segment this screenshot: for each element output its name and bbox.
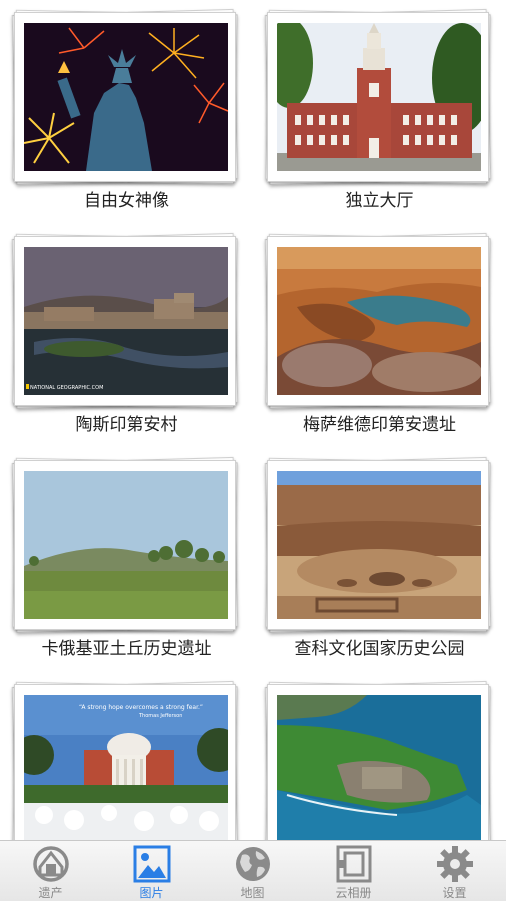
tab-label: 设置 — [442, 886, 467, 900]
bottom-tab-bar: 遗产 图片 地图 云相册 设置 — [0, 840, 506, 901]
photo-taos-pueblo[interactable]: NATIONAL GEOGRAPHIC.COM — [24, 247, 228, 395]
photo-statue-of-liberty[interactable] — [24, 23, 228, 171]
photo-caption: 卡俄基亚土丘历史遗址 — [41, 639, 212, 659]
gallery-card[interactable]: 卡俄基亚土丘历史遗址 — [0, 448, 253, 672]
gallery-card[interactable]: 查科文化国家历史公园 — [253, 448, 506, 672]
photo-cahokia-mounds[interactable] — [24, 471, 228, 619]
photo-grid: 自由女神像 独立大厅 NATIONAL GEOGRAPHIC.COM 陶斯印第安… — [0, 0, 506, 840]
gallery-card[interactable]: 梅萨维德印第安遗址 — [253, 224, 506, 448]
photo-san-juan-fortress[interactable] — [277, 695, 481, 840]
tab-heritage[interactable]: 遗产 — [0, 841, 101, 901]
tab-pictures[interactable]: 图片 — [101, 841, 202, 901]
picture-icon — [133, 845, 171, 883]
photo-frame[interactable]: “A strong hope overcomes a strong fear.”… — [11, 680, 239, 840]
gallery-card[interactable]: 独立大厅 — [253, 0, 506, 224]
globe-icon — [234, 845, 272, 883]
photo-frame[interactable] — [264, 680, 492, 840]
photo-frame[interactable] — [11, 8, 239, 186]
photo-chaco-culture[interactable] — [277, 471, 481, 619]
gear-icon — [436, 845, 474, 883]
photo-frame[interactable] — [11, 456, 239, 634]
gallery-card[interactable]: NATIONAL GEOGRAPHIC.COM 陶斯印第安村 — [0, 224, 253, 448]
photo-caption: 陶斯印第安村 — [75, 415, 178, 435]
heritage-logo-icon — [32, 845, 70, 883]
cloud-album-icon — [335, 845, 373, 883]
gallery-card[interactable]: 自由女神像 — [0, 0, 253, 224]
photo-quote-author: Thomas Jefferson — [138, 713, 182, 719]
photo-independence-hall[interactable] — [277, 23, 481, 171]
photo-mesa-verde[interactable] — [277, 247, 481, 395]
photo-caption: 独立大厅 — [345, 191, 414, 211]
photo-watermark: NATIONAL GEOGRAPHIC.COM — [30, 385, 103, 391]
tab-label: 地图 — [240, 886, 265, 900]
gallery-card[interactable] — [253, 672, 506, 840]
photo-quote: “A strong hope overcomes a strong fear.” — [79, 704, 203, 711]
photo-frame[interactable]: NATIONAL GEOGRAPHIC.COM — [11, 232, 239, 410]
tab-map[interactable]: 地图 — [202, 841, 303, 901]
tab-settings[interactable]: 设置 — [404, 841, 505, 901]
photo-monticello[interactable]: “A strong hope overcomes a strong fear.”… — [24, 695, 228, 840]
gallery-card[interactable]: “A strong hope overcomes a strong fear.”… — [0, 672, 253, 840]
photo-frame[interactable] — [264, 456, 492, 634]
photo-frame[interactable] — [264, 232, 492, 410]
tab-label: 遗产 — [38, 886, 63, 900]
photo-caption: 自由女神像 — [84, 191, 169, 211]
tab-label: 图片 — [139, 886, 164, 900]
tab-cloud-album[interactable]: 云相册 — [303, 841, 404, 901]
photo-frame[interactable] — [264, 8, 492, 186]
photo-caption: 梅萨维德印第安遗址 — [303, 415, 456, 435]
tab-label: 云相册 — [335, 886, 372, 900]
photo-caption: 查科文化国家历史公园 — [294, 639, 465, 659]
